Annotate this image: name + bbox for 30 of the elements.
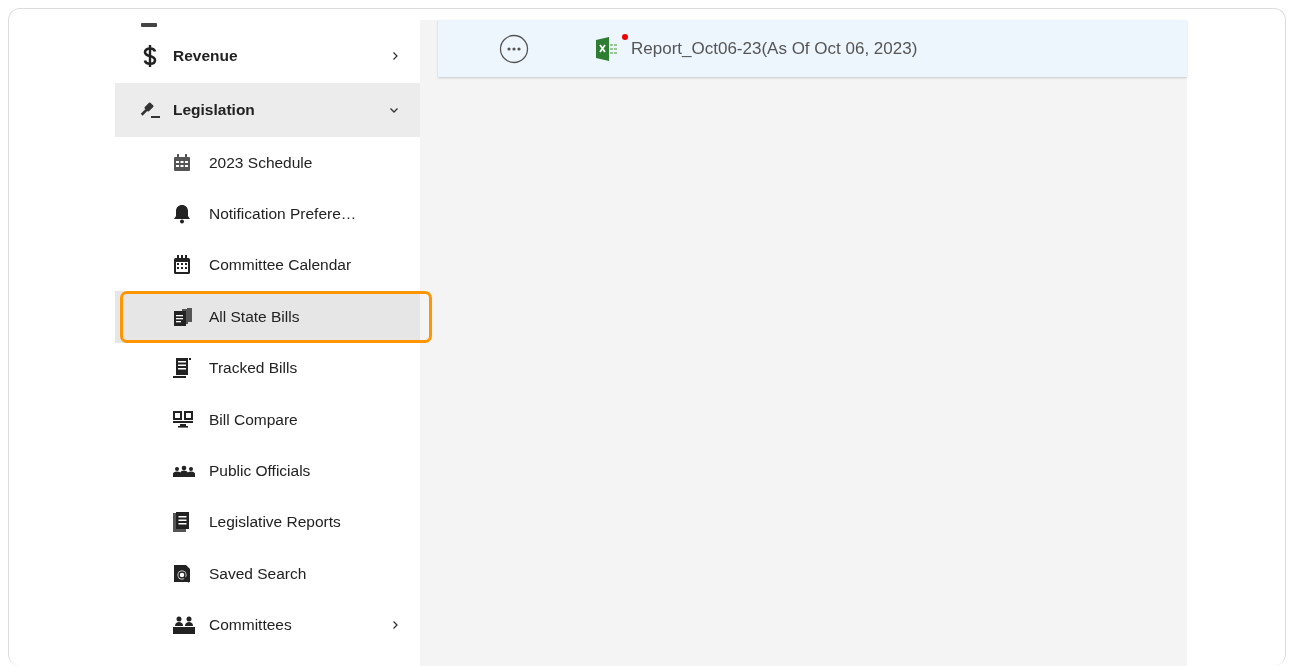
sidebar-subitem[interactable]: Bill Compare [115,393,420,446]
gavel-icon [139,101,161,119]
sidebar-subitem[interactable]: Notification Prefere… [115,188,420,240]
calendar-icon [173,153,191,172]
sidebar-subitem[interactable]: Tracked Bills [115,342,420,394]
receipt-icon [173,358,191,379]
chevron-icon [393,52,398,60]
bell-icon [173,204,191,225]
sidebar-item[interactable]: Revenue [115,29,420,83]
calendar-icon [173,255,191,276]
people-icon [173,465,195,478]
report-row[interactable]: Report_Oct06-23(As Of Oct 06, 2023) [438,20,1187,77]
file-name[interactable]: Report_Oct06-23(As Of Oct 06, 2023) [631,38,918,59]
dollar-icon [143,45,157,67]
chevron-icon [393,621,398,630]
more-icon [499,33,529,64]
sidebar-subitem[interactable]: Committee Calendar [115,239,420,292]
sidebar-item[interactable]: Legislation [115,83,420,137]
report-icon [173,512,189,533]
chevron-icon [390,107,398,113]
sidebar-subitem[interactable]: Committees [115,599,420,651]
sidebar-subitem[interactable]: Public Officials [115,445,420,497]
sidebar-subitem[interactable]: Legislative Reports [115,496,420,549]
sidebar-subitem[interactable]: Saved Search [115,548,420,600]
saved-search-icon [173,563,191,584]
documents-icon [173,307,193,326]
compare-monitor-icon [173,410,193,429]
more-options-button[interactable] [499,33,529,64]
sidebar-subitem[interactable]: 2023 Schedule [115,137,420,189]
committee-icon [173,616,195,635]
